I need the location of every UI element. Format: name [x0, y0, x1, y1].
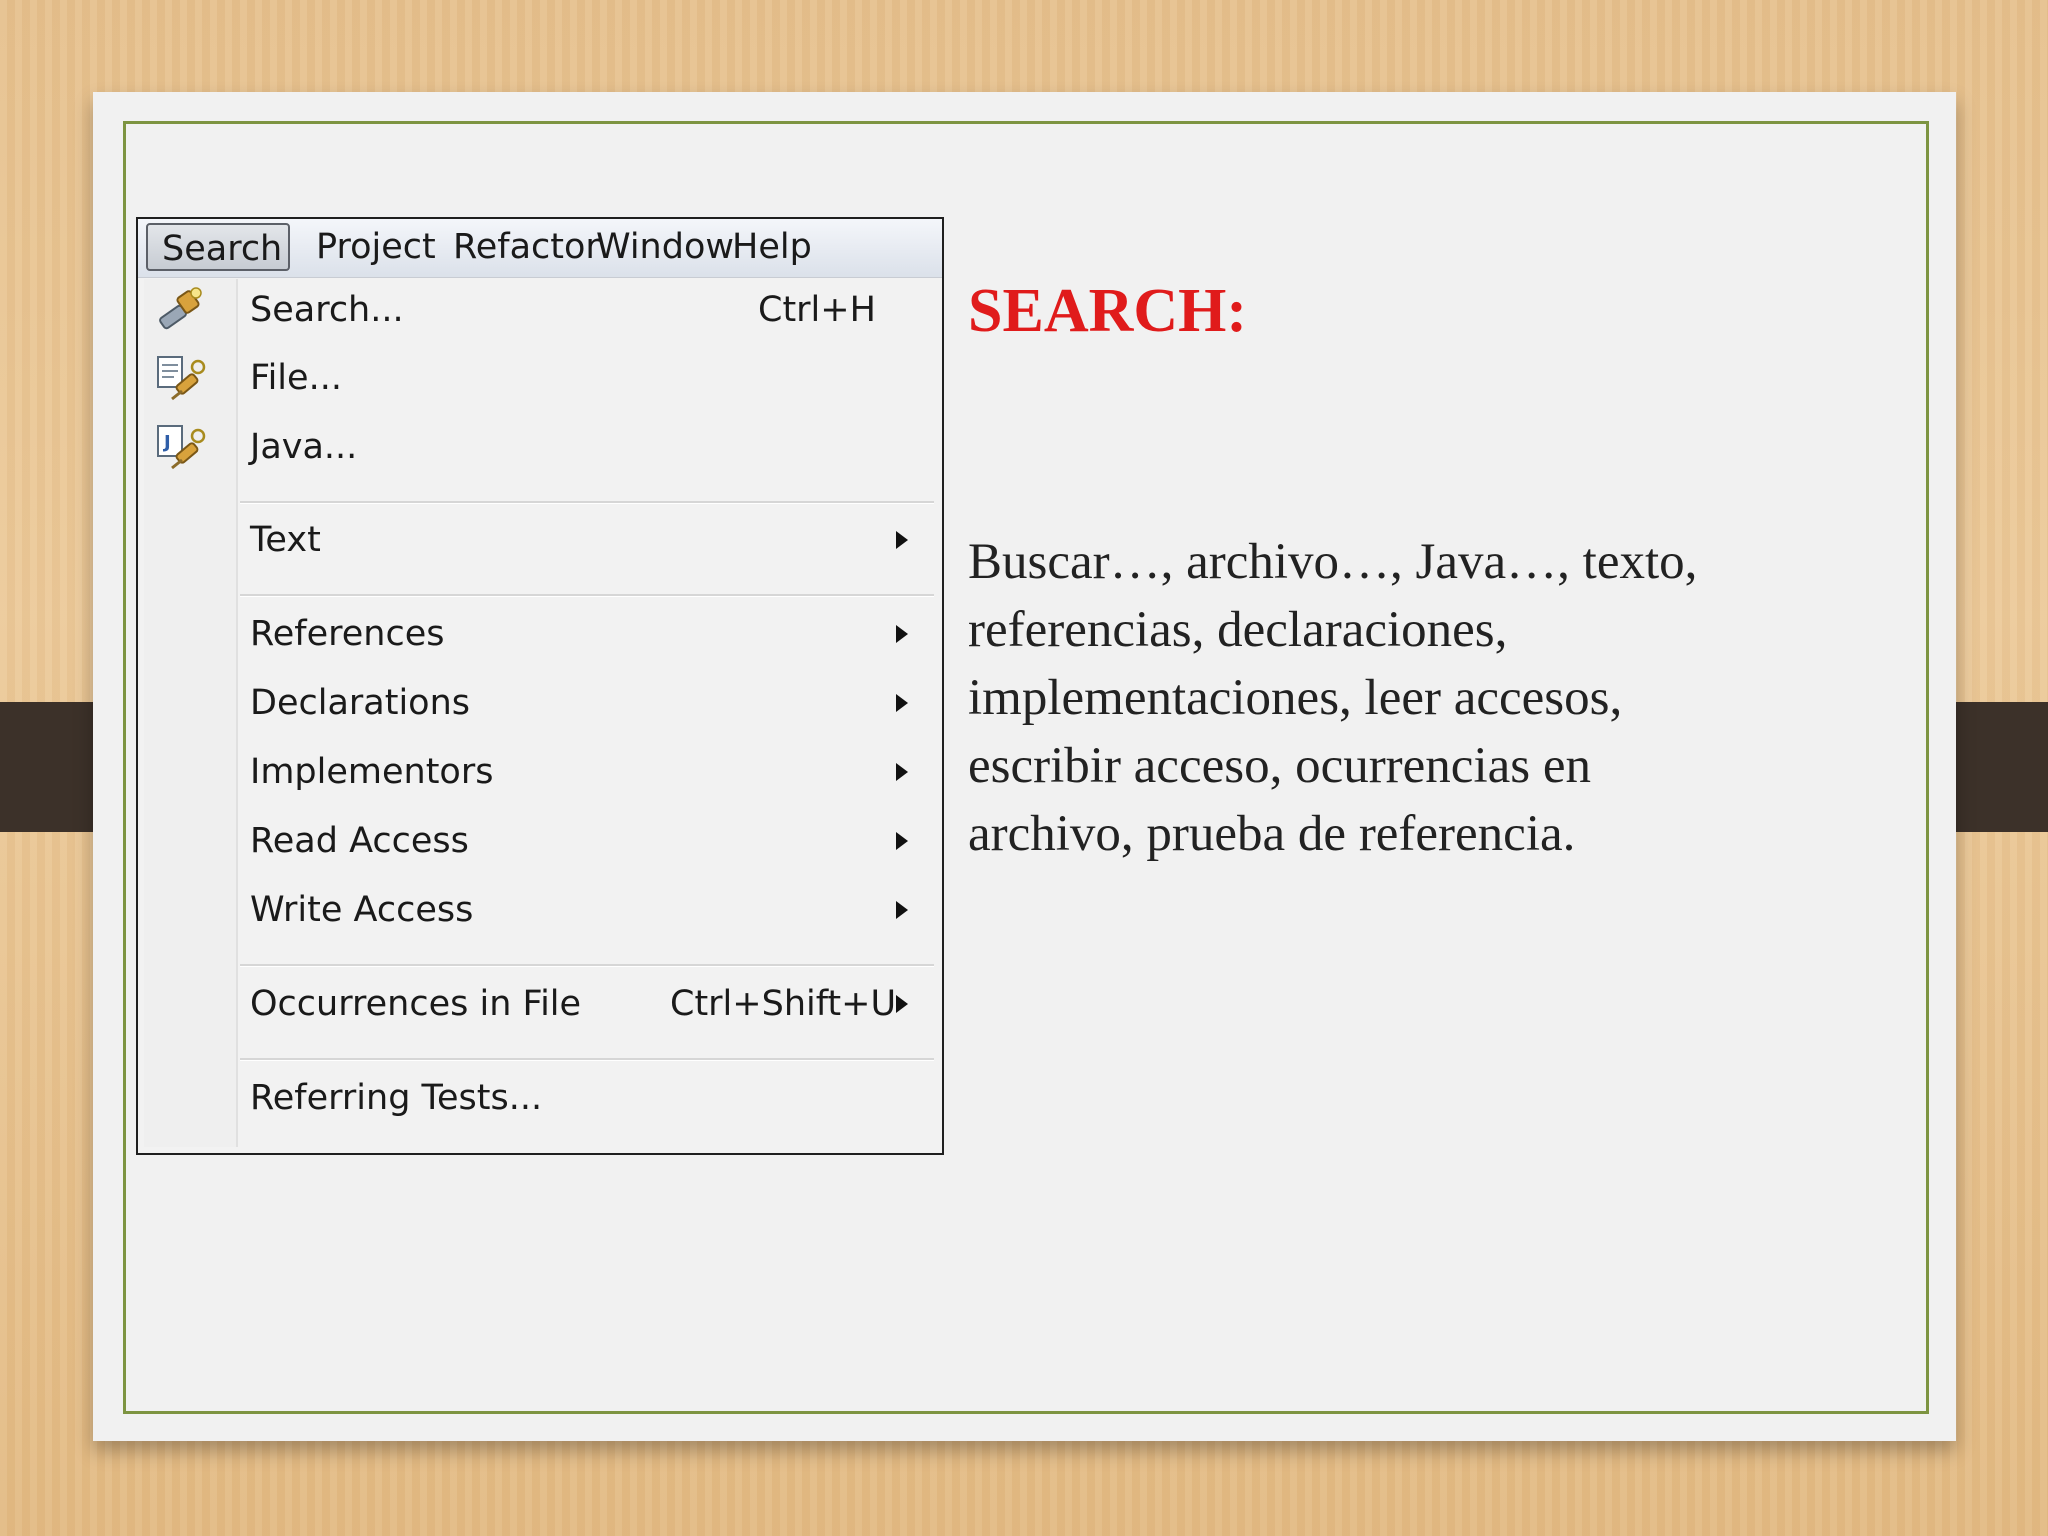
eclipse-search-menu-screenshot: Search Project Refactor Window Help Sear…: [136, 217, 944, 1155]
menu-item-declarations-label: Declarations: [250, 683, 471, 723]
file-search-icon: [157, 356, 206, 401]
svg-text:J: J: [162, 432, 171, 453]
menu-item-occurrences-shortcut: Ctrl+Shift+U: [670, 984, 897, 1024]
java-search-icon: J: [157, 425, 206, 470]
menu-item-write-access[interactable]: Write Access: [138, 881, 942, 939]
submenu-arrow-icon: [896, 995, 908, 1013]
menu-item-file-label: File...: [250, 358, 342, 398]
slide-title: SEARCH:: [968, 277, 1248, 345]
menu-search[interactable]: Search: [146, 223, 290, 271]
menu-item-file[interactable]: File...: [138, 349, 942, 407]
menu-item-java-label: Java...: [250, 427, 358, 467]
menu-bar: Search Project Refactor Window Help: [138, 219, 942, 278]
menu-item-references-label: References: [250, 614, 445, 654]
search-flashlight-icon: [159, 287, 202, 330]
menu-item-read-access-label: Read Access: [250, 821, 469, 861]
menu-item-write-access-label: Write Access: [250, 890, 474, 930]
menu-item-text-label: Text: [250, 520, 321, 560]
menu-project[interactable]: Project: [302, 223, 450, 271]
menu-item-text[interactable]: Text: [138, 511, 942, 569]
submenu-arrow-icon: [896, 832, 908, 850]
menu-item-search[interactable]: Search... Ctrl+H: [138, 281, 942, 339]
menu-item-referring-tests[interactable]: Referring Tests...: [138, 1069, 942, 1127]
menu-item-search-shortcut: Ctrl+H: [758, 290, 876, 330]
menu-item-implementors-label: Implementors: [250, 752, 494, 792]
menu-item-declarations[interactable]: Declarations: [138, 674, 942, 732]
menu-item-read-access[interactable]: Read Access: [138, 812, 942, 870]
submenu-arrow-icon: [896, 694, 908, 712]
menu-item-occurrences-label: Occurrences in File: [250, 984, 582, 1024]
submenu-arrow-icon: [896, 901, 908, 919]
submenu-arrow-icon: [896, 763, 908, 781]
menu-separator: [240, 594, 934, 597]
slide-description: Buscar…, archivo…, Java…, texto, referen…: [968, 534, 1698, 862]
submenu-arrow-icon: [896, 531, 908, 549]
menu-item-referring-tests-label: Referring Tests...: [250, 1078, 543, 1118]
menu-item-search-label: Search...: [250, 290, 404, 330]
menu-separator: [240, 1058, 934, 1061]
menu-item-java[interactable]: J Java...: [138, 418, 942, 476]
menu-item-occurrences-in-file[interactable]: Occurrences in File Ctrl+Shift+U: [138, 975, 942, 1033]
menu-separator: [240, 964, 934, 967]
submenu-arrow-icon: [896, 625, 908, 643]
menu-item-references[interactable]: References: [138, 605, 942, 663]
menu-item-implementors[interactable]: Implementors: [138, 743, 942, 801]
menu-help[interactable]: Help: [718, 223, 826, 271]
menu-separator: [240, 501, 934, 504]
